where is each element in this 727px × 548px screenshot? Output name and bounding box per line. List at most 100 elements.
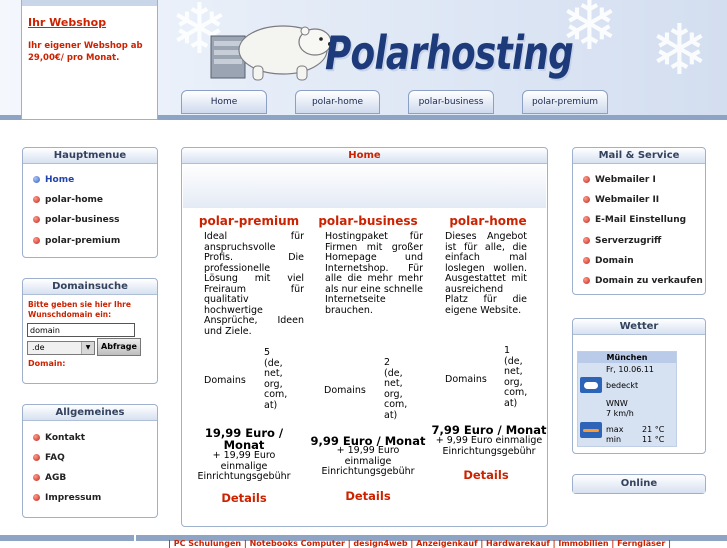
package-domains-label: Domains	[204, 375, 246, 386]
weather-wind-speed: 7 km/h	[606, 409, 634, 418]
bullet-icon	[583, 277, 590, 284]
package-description: Dieses Angebot ist für alle, die einfach…	[445, 231, 527, 316]
package-details-link[interactable]: Details	[189, 491, 299, 505]
mail-service-item-label: Domain zu verkaufen	[595, 276, 703, 286]
bullet-icon	[33, 434, 40, 441]
package-details-link[interactable]: Details	[313, 489, 423, 503]
tab-polar-home[interactable]: polar-home	[295, 90, 380, 114]
bullet-icon	[583, 216, 590, 223]
bullet-icon	[33, 494, 40, 501]
mail-service-item-webmailer-2[interactable]: Webmailer II	[583, 195, 659, 205]
general-item-label: Kontakt	[45, 433, 86, 443]
domain-result-label: Domain:	[28, 359, 66, 368]
snowflake-icon: ❄	[650, 9, 709, 91]
general-item-faq[interactable]: FAQ	[33, 453, 65, 463]
general-item-kontakt[interactable]: Kontakt	[33, 433, 85, 443]
main-title: Home	[182, 148, 547, 164]
mail-service-title: Mail & Service	[573, 148, 705, 164]
weather-min-label: min	[606, 435, 622, 444]
package-domains-tlds: (de, net, org, com, at)	[264, 357, 288, 411]
header: ❄ ❄ ❄ Polarhosting Home polar-home polar…	[0, 0, 727, 120]
main-menu-item-label: Home	[45, 175, 75, 185]
bullet-icon	[33, 474, 40, 481]
package-price: 19,99 Euro / Monat	[204, 426, 284, 452]
general-item-label: Impressum	[45, 493, 102, 503]
weather-box: Wetter München Fr, 10.06.11 bedeckt WNW …	[572, 318, 706, 454]
package-domains-list: 5 (de, net, org, com, at)	[264, 347, 288, 411]
main-menu-box: Hauptmenue Home polar-home polar-busines…	[22, 147, 158, 258]
mail-service-item-webmailer-1[interactable]: Webmailer I	[583, 175, 656, 185]
weather-city: München	[578, 352, 676, 363]
thermometer-icon	[580, 422, 602, 438]
chevron-down-icon[interactable]: ▼	[81, 342, 94, 354]
package-description: Ideal für anspruchsvolle Profis. Die pro…	[204, 231, 304, 337]
package-domains-list: 2 (de, net, org, com, at)	[384, 357, 410, 421]
package-title: polar-business	[318, 214, 418, 228]
tab-home[interactable]: Home	[181, 90, 267, 114]
mail-service-item-server-access[interactable]: Serverzugriff	[583, 236, 661, 246]
mail-service-item-label: Webmailer I	[595, 175, 656, 185]
mail-service-item-label: Domain	[595, 256, 634, 266]
package-column-business: polar-business Hostingpaket für Firmen m…	[313, 214, 423, 316]
main-menu-item-polar-home[interactable]: polar-home	[33, 195, 103, 205]
package-description: Hostingpaket für Firmen mit großer Homep…	[325, 231, 423, 316]
package-domains-tlds: (de, net, org, com, at)	[384, 367, 408, 421]
main-menu-item-polar-business[interactable]: polar-business	[33, 215, 119, 225]
mail-service-box: Mail & Service Webmailer I Webmailer II …	[572, 147, 706, 295]
mail-service-item-email-settings[interactable]: E-Mail Einstellung	[583, 215, 686, 225]
promo-strip	[22, 0, 157, 6]
bullet-icon	[33, 454, 40, 461]
footer-separator	[134, 535, 136, 545]
tld-select-value: .de	[32, 343, 45, 352]
package-details-link[interactable]: Details	[431, 468, 541, 482]
main-menu-item-home[interactable]: Home	[33, 175, 74, 185]
package-domains-label: Domains	[324, 385, 366, 396]
weather-panel: München Fr, 10.06.11 bedeckt WNW 7 km/h …	[577, 351, 677, 447]
mail-service-item-label: Serverzugriff	[595, 236, 662, 246]
weather-wind-direction: WNW	[606, 399, 628, 408]
package-domains-tlds: (de, net, org, com, at)	[504, 355, 528, 409]
weather-min-value: 11 °C	[642, 435, 665, 444]
general-title: Allgemeines	[23, 405, 157, 421]
mail-service-item-domain[interactable]: Domain	[583, 256, 634, 266]
weather-max-label: max	[606, 425, 624, 434]
tab-polar-premium[interactable]: polar-premium	[522, 90, 608, 114]
package-title: polar-premium	[198, 214, 300, 228]
tld-select[interactable]: .de ▼	[27, 341, 95, 355]
general-item-label: FAQ	[45, 453, 65, 463]
brand-logo-text: Polarhosting	[325, 26, 574, 80]
bullet-icon	[33, 216, 40, 223]
mail-service-item-domain-sale[interactable]: Domain zu verkaufen	[583, 276, 703, 286]
general-box: Allgemeines Kontakt FAQ AGB Impressum	[22, 404, 158, 518]
package-title: polar-home	[449, 214, 527, 228]
polar-bear-logo-icon	[210, 25, 332, 81]
weather-title: Wetter	[573, 319, 705, 335]
bullet-icon	[583, 237, 590, 244]
package-domains-count: 5	[264, 347, 271, 358]
package-domains-list: 1 (de, net, org, com, at)	[504, 345, 530, 409]
domain-search-box: Domainsuche Bitte geben sie hier Ihre Wu…	[22, 278, 158, 384]
tab-polar-business[interactable]: polar-business	[408, 90, 494, 114]
promo-box[interactable]: Ihr Webshop Ihr eigener Webshop ab 29,00…	[21, 0, 158, 120]
mail-service-item-label: E-Mail Einstellung	[595, 215, 687, 225]
bullet-icon	[583, 196, 590, 203]
package-domains-count: 2	[384, 357, 391, 368]
package-setup-fee: + 19,99 Euro einmalige Einrichtungsgebüh…	[321, 445, 415, 477]
domain-search-prompt: Bitte geben sie hier Ihre Wunschdomain e…	[28, 300, 131, 319]
promo-title[interactable]: Ihr Webshop	[28, 16, 106, 29]
main-menu-item-label: polar-business	[45, 215, 120, 225]
general-item-agb[interactable]: AGB	[33, 473, 66, 483]
mail-service-item-label: Webmailer II	[595, 195, 660, 205]
bullet-icon	[583, 176, 590, 183]
cloud-icon	[580, 377, 602, 393]
weather-date: Fr, 10.06.11	[606, 365, 655, 374]
footer-links[interactable]: | PC Schulungen | Notebooks Computer | d…	[168, 539, 671, 548]
general-item-impressum[interactable]: Impressum	[33, 493, 101, 503]
main-menu-item-label: polar-premium	[45, 236, 121, 246]
package-domains-count: 1	[504, 345, 511, 356]
domain-input[interactable]	[27, 323, 135, 337]
domain-query-button[interactable]: Abfrage	[97, 338, 141, 356]
main-content-box: Home polar-premium Ideal für anspruchsvo…	[181, 147, 548, 527]
package-column-premium: polar-premium Ideal für anspruchsvolle P…	[194, 214, 304, 337]
main-menu-item-polar-premium[interactable]: polar-premium	[33, 236, 120, 246]
